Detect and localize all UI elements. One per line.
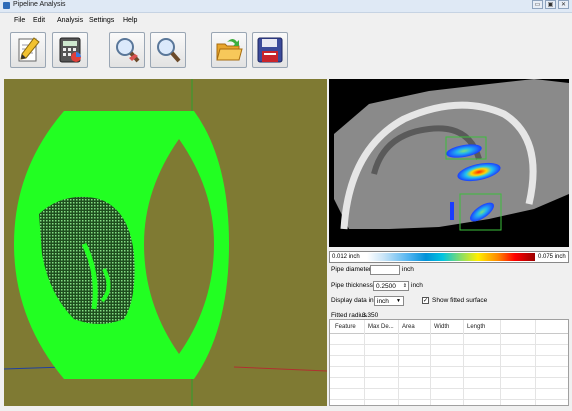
row-divider xyxy=(330,366,568,367)
toolbar xyxy=(0,27,572,78)
fitted-radius-value: 3.350 xyxy=(362,312,379,319)
header-divider xyxy=(330,333,568,334)
display-units-value: inch xyxy=(377,298,389,305)
close-button[interactable]: ✕ xyxy=(558,0,569,9)
defect-blob xyxy=(450,202,454,220)
app-icon xyxy=(3,2,10,9)
row-divider xyxy=(330,377,568,378)
column-header-max-depth[interactable]: Max De... xyxy=(368,324,394,330)
menu-analysis[interactable]: Analysis xyxy=(57,17,83,24)
open-file-button[interactable] xyxy=(211,32,247,68)
magnifier-icon xyxy=(116,38,140,63)
chevron-down-icon: ▼ xyxy=(396,298,401,304)
pencil-notepad-icon xyxy=(18,37,40,62)
column-divider xyxy=(500,320,501,405)
pipe-diameter-unit: inch xyxy=(402,266,414,273)
z-axis-line xyxy=(233,366,327,372)
column-header-feature[interactable]: Feature xyxy=(335,324,356,330)
show-fitted-surface-checkbox[interactable]: ✓ xyxy=(422,297,429,304)
pipe-thickness-value: 0.2500 xyxy=(376,283,396,290)
pipe-diameter-label: Pipe diameter xyxy=(331,266,372,273)
menu-help[interactable]: Help xyxy=(123,17,137,24)
minimize-button[interactable]: ▭ xyxy=(532,0,543,9)
pipe-thickness-unit: inch xyxy=(411,282,423,289)
row-divider xyxy=(330,399,568,400)
maximize-button[interactable]: ▣ xyxy=(545,0,556,9)
menu-edit[interactable]: Edit xyxy=(33,17,45,24)
edit-notes-button[interactable] xyxy=(10,32,46,68)
row-divider xyxy=(330,344,568,345)
save-button[interactable] xyxy=(252,32,288,68)
title-bar: Pipeline Analysis ▭ ▣ ✕ xyxy=(0,0,572,13)
magnifier-icon xyxy=(157,38,181,63)
color-scale-bar: 0.012 inch 0.075 inch xyxy=(329,251,569,263)
display-units-select[interactable]: inch ▼ xyxy=(374,296,404,306)
column-divider xyxy=(535,320,536,405)
column-header-area[interactable]: Area xyxy=(402,324,415,330)
menu-file[interactable]: File xyxy=(14,17,25,24)
calculate-button[interactable] xyxy=(52,32,88,68)
pipe-3d-viewport[interactable] xyxy=(4,79,327,406)
pipe-3d-render xyxy=(4,79,327,406)
column-divider xyxy=(398,320,399,405)
row-divider xyxy=(330,355,568,356)
column-divider xyxy=(430,320,431,405)
open-folder-icon xyxy=(216,39,243,61)
window-title: Pipeline Analysis xyxy=(13,1,66,8)
color-gradient xyxy=(367,253,535,261)
show-fitted-surface-label: Show fitted surface xyxy=(432,297,488,304)
features-table[interactable]: Feature Max De... Area Width Length xyxy=(329,319,569,406)
column-divider xyxy=(364,320,365,405)
column-header-width[interactable]: Width xyxy=(434,324,449,330)
corrosion-map xyxy=(334,79,569,231)
pipe-thickness-input[interactable]: 0.2500 ⇕ xyxy=(373,281,409,291)
calculator-icon xyxy=(59,37,81,63)
pipe-thickness-label: Pipe thickness xyxy=(331,282,373,289)
zoom-in-button[interactable] xyxy=(109,32,145,68)
zoom-out-button[interactable] xyxy=(150,32,186,68)
menu-bar: File Edit Analysis Settings Help xyxy=(0,13,572,27)
spinner-arrows-icon[interactable]: ⇕ xyxy=(403,282,407,291)
pipe-diameter-input[interactable] xyxy=(370,265,400,275)
display-units-label: Display data in xyxy=(331,297,374,304)
save-disk-icon xyxy=(257,37,283,63)
scan-image[interactable] xyxy=(329,79,569,247)
column-header-length[interactable]: Length xyxy=(467,324,485,330)
menu-settings[interactable]: Settings xyxy=(89,17,114,24)
row-divider xyxy=(330,388,568,389)
column-divider xyxy=(463,320,464,405)
scale-min-label: 0.012 inch xyxy=(332,254,360,260)
scale-max-label: 0.075 inch xyxy=(538,254,566,260)
analysis-panel: 0.012 inch 0.075 inch Pipe diameter inch… xyxy=(329,79,569,406)
